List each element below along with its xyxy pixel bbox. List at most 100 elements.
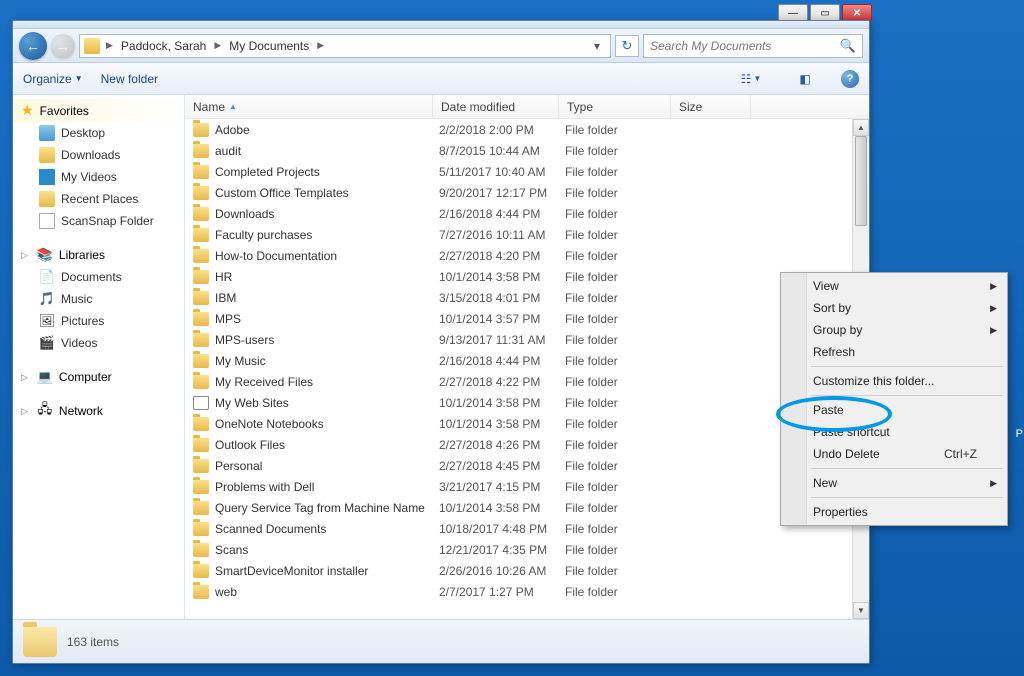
view-options-button[interactable]: ☷ ▼ xyxy=(733,68,769,90)
table-row[interactable]: OneNote Notebooks10/1/2014 3:58 PMFile f… xyxy=(185,413,852,434)
sidebar-item[interactable]: 📄Documents xyxy=(13,266,184,288)
cell-date: 2/26/2016 10:26 AM xyxy=(439,564,565,578)
help-icon[interactable]: ? xyxy=(841,70,859,88)
back-button[interactable]: ← xyxy=(19,32,47,60)
ctx-sortby[interactable]: Sort by▶ xyxy=(783,297,1005,319)
table-row[interactable]: Query Service Tag from Machine Name10/1/… xyxy=(185,497,852,518)
table-row[interactable]: audit8/7/2015 10:44 AMFile folder xyxy=(185,140,852,161)
table-row[interactable]: Custom Office Templates9/20/2017 12:17 P… xyxy=(185,182,852,203)
table-row[interactable]: Adobe2/2/2018 2:00 PMFile folder xyxy=(185,119,852,140)
favorites-label: Favorites xyxy=(40,104,89,118)
folder-icon xyxy=(193,228,209,242)
folder-icon xyxy=(193,312,209,326)
table-row[interactable]: Completed Projects5/11/2017 10:40 AMFile… xyxy=(185,161,852,182)
ctx-refresh[interactable]: Refresh xyxy=(783,341,1005,363)
table-row[interactable]: How-to Documentation2/27/2018 4:20 PMFil… xyxy=(185,245,852,266)
table-row[interactable]: My Music2/16/2018 4:44 PMFile folder xyxy=(185,350,852,371)
search-field[interactable] xyxy=(650,39,840,53)
search-icon[interactable]: 🔍 xyxy=(840,38,856,54)
expand-icon[interactable]: ▷ xyxy=(21,250,28,261)
cell-type: File folder xyxy=(565,354,677,368)
ctx-groupby[interactable]: Group by▶ xyxy=(783,319,1005,341)
cell-name: Scans xyxy=(215,543,439,557)
sidebar-item[interactable]: My Videos xyxy=(13,166,184,188)
libraries-header[interactable]: ▷ 📚 Libraries xyxy=(13,244,184,266)
ctx-view[interactable]: View▶ xyxy=(783,275,1005,297)
table-row[interactable]: Downloads2/16/2018 4:44 PMFile folder xyxy=(185,203,852,224)
table-row[interactable]: My Web Sites10/1/2014 3:58 PMFile folder xyxy=(185,392,852,413)
folder-icon xyxy=(193,480,209,494)
ctx-customize[interactable]: Customize this folder... xyxy=(783,370,1005,392)
cell-name: Outlook Files xyxy=(215,438,439,452)
table-row[interactable]: Scans12/21/2017 4:35 PMFile folder xyxy=(185,539,852,560)
file-list[interactable]: Adobe2/2/2018 2:00 PMFile folderaudit8/7… xyxy=(185,119,852,619)
table-row[interactable]: SmartDeviceMonitor installer2/26/2016 10… xyxy=(185,560,852,581)
folder-icon xyxy=(193,354,209,368)
table-row[interactable]: Personal2/27/2018 4:45 PMFile folder xyxy=(185,455,852,476)
expand-icon[interactable]: ▷ xyxy=(21,372,28,383)
column-type[interactable]: Type xyxy=(559,95,671,118)
cell-date: 2/7/2017 1:27 PM xyxy=(439,585,565,599)
preview-pane-button[interactable]: ◧ xyxy=(787,68,823,90)
chevron-right-icon[interactable]: ▶ xyxy=(102,40,117,51)
sidebar-item[interactable]: 🎵Music xyxy=(13,288,184,310)
ctx-properties[interactable]: Properties xyxy=(783,501,1005,523)
scroll-up-button[interactable]: ▲ xyxy=(853,119,869,136)
table-row[interactable]: MPS10/1/2014 3:57 PMFile folder xyxy=(185,308,852,329)
table-row[interactable]: HR10/1/2014 3:58 PMFile folder xyxy=(185,266,852,287)
ctx-undo-delete[interactable]: Undo DeleteCtrl+Z xyxy=(783,443,1005,465)
table-row[interactable]: IBM3/15/2018 4:01 PMFile folder xyxy=(185,287,852,308)
sidebar-item[interactable]: Recent Places xyxy=(13,188,184,210)
table-row[interactable]: My Received Files2/27/2018 4:22 PMFile f… xyxy=(185,371,852,392)
column-name[interactable]: Name▲ xyxy=(185,95,433,118)
table-row[interactable]: MPS-users9/13/2017 11:31 AMFile folder xyxy=(185,329,852,350)
favorites-header[interactable]: ★ Favorites xyxy=(13,99,184,122)
chevron-down-icon[interactable]: ▾ xyxy=(588,39,606,53)
breadcrumb[interactable]: ▶ Paddock, Sarah ▶ My Documents ▶ ▾ xyxy=(79,34,611,58)
cell-type: File folder xyxy=(565,207,677,221)
breadcrumb-segment[interactable]: My Documents xyxy=(227,37,311,55)
organize-menu[interactable]: Organize▼ xyxy=(23,72,83,86)
forward-button[interactable]: → xyxy=(51,34,75,58)
chevron-right-icon[interactable]: ▶ xyxy=(313,40,328,51)
folder-icon xyxy=(39,125,55,141)
computer-header[interactable]: ▷ 💻 Computer xyxy=(13,366,184,388)
expand-icon[interactable]: ▷ xyxy=(21,406,28,417)
titlebar[interactable] xyxy=(13,21,869,29)
table-row[interactable]: web2/7/2017 1:27 PMFile folder xyxy=(185,581,852,602)
computer-label: Computer xyxy=(59,370,112,384)
table-row[interactable]: Faculty purchases7/27/2016 10:11 AMFile … xyxy=(185,224,852,245)
search-input[interactable]: 🔍 xyxy=(643,34,863,58)
table-row[interactable]: Scanned Documents10/18/2017 4:48 PMFile … xyxy=(185,518,852,539)
sidebar-item[interactable]: 🎬Videos xyxy=(13,332,184,354)
annotation-label: P xyxy=(1016,428,1023,440)
sidebar-item[interactable]: Desktop xyxy=(13,122,184,144)
cell-type: File folder xyxy=(565,480,677,494)
library-icon: 🖼 xyxy=(39,313,55,329)
scroll-thumb[interactable] xyxy=(855,136,867,226)
breadcrumb-segment[interactable]: Paddock, Sarah xyxy=(119,37,208,55)
separator xyxy=(811,395,1003,396)
ctx-paste[interactable]: Paste xyxy=(783,399,1005,421)
table-row[interactable]: Outlook Files2/27/2018 4:26 PMFile folde… xyxy=(185,434,852,455)
chevron-right-icon[interactable]: ▶ xyxy=(210,40,225,51)
ctx-new[interactable]: New▶ xyxy=(783,472,1005,494)
cell-type: File folder xyxy=(565,291,677,305)
ctx-paste-shortcut[interactable]: Paste shortcut xyxy=(783,421,1005,443)
folder-icon xyxy=(23,627,57,657)
scroll-down-button[interactable]: ▼ xyxy=(853,602,869,619)
column-date[interactable]: Date modified xyxy=(433,95,559,118)
folder-icon xyxy=(193,417,209,431)
refresh-button[interactable]: ↻ xyxy=(615,35,639,57)
cell-type: File folder xyxy=(565,249,677,263)
network-header[interactable]: ▷ 🖧 Network xyxy=(13,400,184,422)
sidebar-item[interactable]: 🖼Pictures xyxy=(13,310,184,332)
column-size[interactable]: Size xyxy=(671,95,751,118)
cell-name: IBM xyxy=(215,291,439,305)
network-label: Network xyxy=(59,404,103,418)
new-folder-button[interactable]: New folder xyxy=(101,72,158,86)
sidebar-item[interactable]: Downloads xyxy=(13,144,184,166)
sidebar-item[interactable]: ScanSnap Folder xyxy=(13,210,184,232)
network-icon: 🖧 xyxy=(37,403,53,419)
table-row[interactable]: Problems with Dell3/21/2017 4:15 PMFile … xyxy=(185,476,852,497)
